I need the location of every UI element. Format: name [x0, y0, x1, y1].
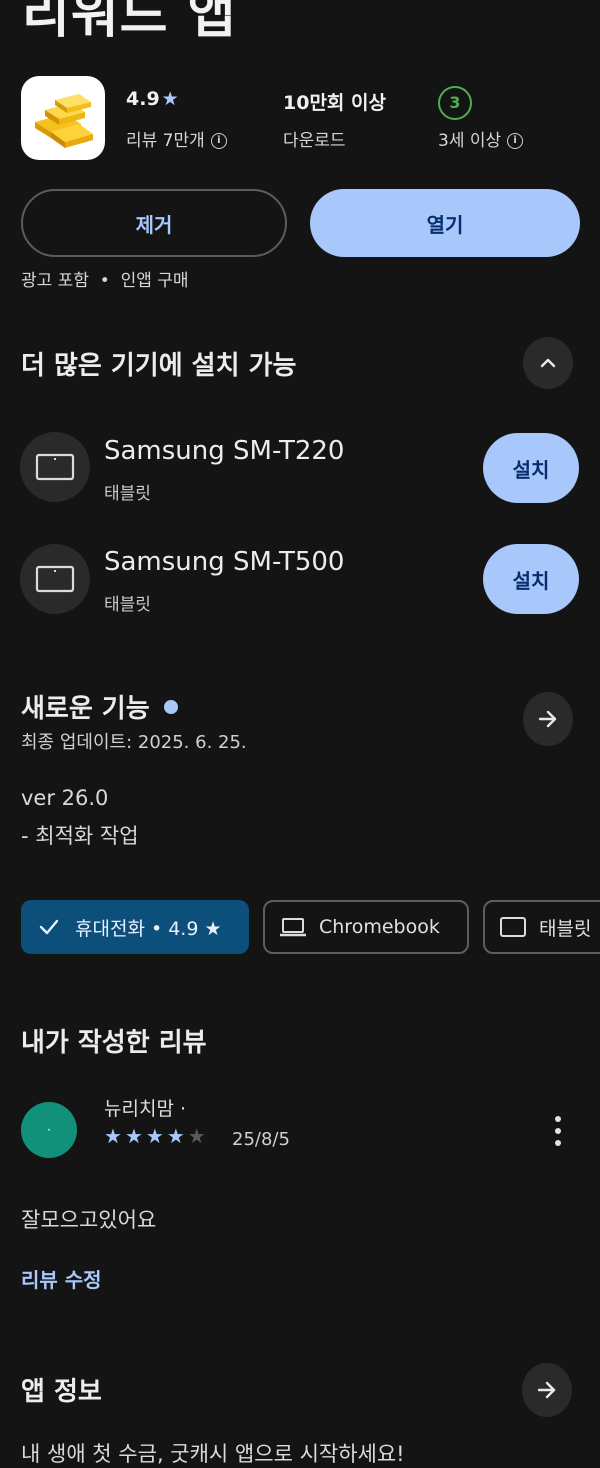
- update-note: - 최적화 작업: [21, 824, 139, 848]
- downloads-label: 다운로드: [283, 131, 346, 151]
- review-text: 잘모으고있어요: [21, 1208, 157, 1232]
- more-vert-icon: [555, 1116, 561, 1146]
- tablet-icon: [35, 453, 75, 481]
- age-rating-badge: 3: [438, 86, 472, 120]
- avatar-mark: ·: [47, 1123, 51, 1137]
- new-indicator-dot: [163, 699, 178, 714]
- gold-bars-icon: [35, 94, 93, 148]
- reviews-count[interactable]: 리뷰 7만개 i: [126, 126, 227, 151]
- star-empty-icon: ★: [187, 1124, 206, 1148]
- star-filled-icon: ★: [166, 1124, 185, 1148]
- last-updated: 최종 업데이트: 2025. 6. 25.: [21, 732, 247, 753]
- star-filled-icon: ★: [104, 1124, 122, 1148]
- app-info-teaser: 내 생애 첫 수금, 굿캐시 앱으로 시작하세요!: [21, 1442, 405, 1466]
- collapse-button[interactable]: [523, 337, 573, 389]
- tablet-icon: [500, 917, 526, 937]
- install-button[interactable]: 설치: [483, 433, 579, 503]
- chip-label: 태블릿: [539, 917, 592, 940]
- device-name: Samsung SM-T500: [104, 547, 345, 577]
- whats-new-title: 새로운 기능: [21, 694, 150, 724]
- chip-chromebook[interactable]: Chromebook: [263, 900, 469, 954]
- device-name: Samsung SM-T220: [104, 436, 345, 466]
- star-filled-icon: ★: [145, 1124, 164, 1148]
- tablet-icon-badge: [20, 432, 90, 502]
- whats-new-arrow-button[interactable]: [523, 692, 573, 746]
- ads-purchases-note: 광고 포함 • 인앱 구매: [21, 271, 189, 291]
- arrow-right-icon: [538, 710, 557, 728]
- star-filled-icon: ★: [124, 1124, 143, 1148]
- reviews-label: 리뷰 7만개: [126, 131, 205, 151]
- age-rating[interactable]: 3세 이상 i: [438, 126, 524, 151]
- avatar: ·: [21, 1102, 77, 1158]
- chip-label: 휴대전화 • 4.9 ★: [75, 917, 222, 940]
- devices-section-title: 더 많은 기기에 설치 가능: [21, 351, 297, 381]
- rating-stat[interactable]: 4.9 ★: [126, 88, 179, 110]
- more-options-button[interactable]: [548, 1114, 568, 1148]
- device-type: 태블릿: [104, 595, 151, 615]
- review-author: 뉴리치맘 ·: [104, 1098, 186, 1120]
- app-title: 리워드 앱: [22, 0, 237, 45]
- star-icon: ★: [161, 88, 179, 110]
- info-icon: i: [210, 133, 227, 149]
- review-date: 25/8/5: [232, 1129, 290, 1150]
- app-info-title: 앱 정보: [21, 1377, 102, 1407]
- chip-phone[interactable]: 휴대전화 • 4.9 ★: [21, 900, 249, 954]
- tablet-icon-badge: [20, 544, 90, 614]
- chip-label: Chromebook: [319, 916, 440, 938]
- info-icon: i: [507, 133, 524, 149]
- app-icon: [21, 76, 105, 160]
- review-stars: ★ ★ ★ ★ ★: [104, 1126, 206, 1146]
- device-type: 태블릿: [104, 484, 151, 504]
- my-review-title: 내가 작성한 리뷰: [21, 1028, 207, 1058]
- open-button[interactable]: 열기: [310, 189, 580, 257]
- age-label: 3세 이상: [438, 131, 502, 151]
- rating-value: 4.9: [126, 88, 160, 110]
- whats-new-header[interactable]: 새로운 기능: [21, 688, 178, 725]
- chip-tablet[interactable]: 태블릿: [483, 900, 600, 954]
- laptop-icon: [280, 918, 306, 937]
- uninstall-button[interactable]: 제거: [21, 189, 287, 257]
- arrow-right-icon: [537, 1381, 556, 1399]
- tablet-icon: [35, 565, 75, 593]
- install-button[interactable]: 설치: [483, 544, 579, 614]
- chevron-up-icon: [540, 358, 556, 368]
- edit-review-link[interactable]: 리뷰 수정: [21, 1264, 102, 1293]
- downloads-value: 10만회 이상: [283, 92, 386, 114]
- version-text: ver 26.0: [21, 786, 109, 810]
- check-icon: [39, 919, 59, 935]
- app-info-arrow-button[interactable]: [522, 1363, 572, 1417]
